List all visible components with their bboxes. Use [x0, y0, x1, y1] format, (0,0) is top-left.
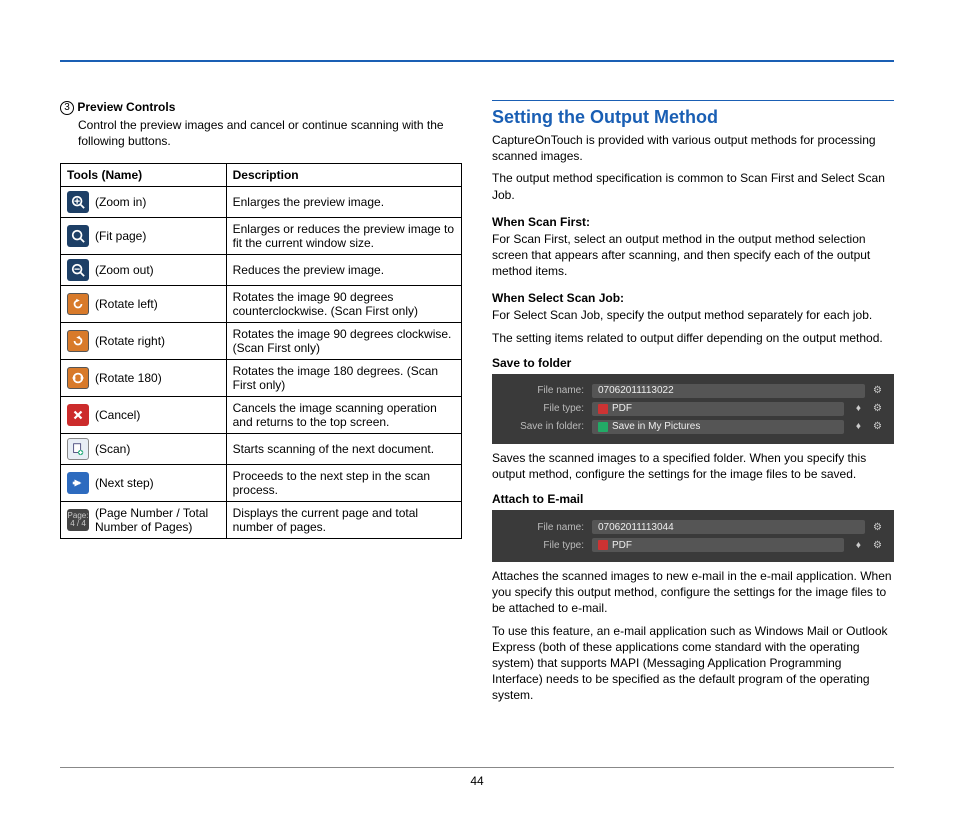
scan-name: (Scan): [95, 442, 130, 456]
next-step-desc: Proceeds to the next step in the scan pr…: [226, 465, 461, 502]
gear-icon[interactable]: ⚙: [873, 522, 882, 533]
zoom-in-name: (Zoom in): [95, 195, 146, 209]
rotate-right-name: (Rotate right): [95, 334, 165, 348]
intro-2: The output method specification is commo…: [492, 170, 894, 202]
cancel-icon: [67, 404, 89, 426]
rotate-180-desc: Rotates the image 180 degrees. (Scan Fir…: [226, 360, 461, 397]
table-row: Page: 4 / 4 (Page Number / Total Number …: [61, 502, 462, 539]
table-row: (Scan) Starts scanning of the next docum…: [61, 434, 462, 465]
table-row: (Rotate 180) Rotates the image 180 degre…: [61, 360, 462, 397]
tools-table: Tools (Name) Description (Zoom in) Enlar…: [60, 163, 462, 539]
preview-controls-intro: Control the preview images and cancel or…: [60, 117, 462, 149]
pdf-icon: [598, 540, 608, 550]
rotate-right-desc: Rotates the image 90 degrees clockwise. …: [226, 323, 461, 360]
savein-value: Save in My Pictures: [612, 421, 700, 432]
savein-field[interactable]: Save in My Pictures: [592, 420, 844, 434]
filetype-label: File type:: [504, 540, 584, 551]
dropdown-icon[interactable]: ♦: [852, 540, 865, 551]
attach-email-panel: File name: 07062011113044 ⚙ File type: P…: [492, 510, 894, 562]
page-count-icon: Page: 4 / 4: [67, 509, 89, 531]
gear-icon[interactable]: ⚙: [873, 385, 882, 396]
rotate-right-icon: [67, 330, 89, 352]
rotate-left-name: (Rotate left): [95, 297, 158, 311]
output-method-title: Setting the Output Method: [492, 100, 894, 128]
rotate-left-icon: [67, 293, 89, 315]
save-folder-panel: File name: 07062011113022 ⚙ File type: P…: [492, 374, 894, 444]
attach-email-heading: Attach to E-mail: [492, 492, 894, 506]
pdf-icon: [598, 404, 608, 414]
preview-controls-label: Preview Controls: [77, 100, 175, 114]
filename-field[interactable]: 07062011113044: [592, 520, 865, 534]
attach-email-body-2: To use this feature, an e-mail applicati…: [492, 623, 894, 704]
preview-controls-heading: 3 Preview Controls: [60, 100, 462, 115]
rotate-left-desc: Rotates the image 90 degrees countercloc…: [226, 286, 461, 323]
save-folder-heading: Save to folder: [492, 356, 894, 370]
dropdown-icon[interactable]: ♦: [852, 403, 865, 414]
save-folder-body: Saves the scanned images to a specified …: [492, 450, 894, 482]
folder-icon: [598, 422, 608, 432]
table-row: (Zoom in) Enlarges the preview image.: [61, 187, 462, 218]
cancel-name: (Cancel): [95, 408, 140, 422]
filename-field[interactable]: 07062011113022: [592, 384, 865, 398]
filetype-label: File type:: [504, 403, 584, 414]
page-count-desc: Displays the current page and total numb…: [226, 502, 461, 539]
gear-icon[interactable]: ⚙: [873, 540, 882, 551]
zoom-out-name: (Zoom out): [95, 263, 154, 277]
scan-first-body: For Scan First, select an output method …: [492, 231, 894, 280]
scan-first-heading: When Scan First:: [492, 215, 894, 229]
zoom-in-icon: [67, 191, 89, 213]
table-row: (Next step) Proceeds to the next step in…: [61, 465, 462, 502]
page-icon-bottom: 4 / 4: [70, 520, 86, 528]
fit-page-name: (Fit page): [95, 229, 146, 243]
fit-page-desc: Enlarges or reduces the preview image to…: [226, 218, 461, 255]
next-step-icon: [67, 472, 89, 494]
table-row: (Cancel) Cancels the image scanning oper…: [61, 397, 462, 434]
table-row: (Rotate right) Rotates the image 90 degr…: [61, 323, 462, 360]
zoom-out-icon: [67, 259, 89, 281]
circled-number: 3: [60, 101, 74, 115]
savein-label: Save in folder:: [504, 421, 584, 432]
scan-icon: [67, 438, 89, 460]
filetype-field[interactable]: PDF: [592, 538, 844, 552]
table-row: (Fit page) Enlarges or reduces the previ…: [61, 218, 462, 255]
cancel-desc: Cancels the image scanning operation and…: [226, 397, 461, 434]
filetype-field[interactable]: PDF: [592, 402, 844, 416]
dropdown-icon[interactable]: ♦: [852, 421, 865, 432]
filename-label: File name:: [504, 522, 584, 533]
select-job-heading: When Select Scan Job:: [492, 291, 894, 305]
table-row: (Zoom out) Reduces the preview image.: [61, 255, 462, 286]
filetype-value: PDF: [612, 403, 632, 414]
left-column: 3 Preview Controls Control the preview i…: [60, 100, 462, 710]
attach-email-body-1: Attaches the scanned images to new e-mai…: [492, 568, 894, 617]
page-number: 44: [0, 774, 954, 788]
filetype-value: PDF: [612, 540, 632, 551]
right-column: Setting the Output Method CaptureOnTouch…: [492, 100, 894, 710]
next-step-name: (Next step): [95, 476, 154, 490]
intro-1: CaptureOnTouch is provided with various …: [492, 132, 894, 164]
rotate-180-icon: [67, 367, 89, 389]
tools-header-desc: Description: [226, 164, 461, 187]
zoom-in-desc: Enlarges the preview image.: [226, 187, 461, 218]
rotate-180-name: (Rotate 180): [95, 371, 162, 385]
table-row: (Rotate left) Rotates the image 90 degre…: [61, 286, 462, 323]
filename-label: File name:: [504, 385, 584, 396]
scan-desc: Starts scanning of the next document.: [226, 434, 461, 465]
zoom-out-desc: Reduces the preview image.: [226, 255, 461, 286]
select-job-body-1: For Select Scan Job, specify the output …: [492, 307, 894, 323]
select-job-body-2: The setting items related to output diff…: [492, 330, 894, 346]
tools-header-name: Tools (Name): [61, 164, 227, 187]
fit-page-icon: [67, 225, 89, 247]
gear-icon[interactable]: ⚙: [873, 403, 882, 414]
gear-icon[interactable]: ⚙: [873, 421, 882, 432]
page-count-name: (Page Number / Total Number of Pages): [95, 506, 220, 534]
top-rule: [60, 60, 894, 62]
bottom-rule: [60, 767, 894, 768]
